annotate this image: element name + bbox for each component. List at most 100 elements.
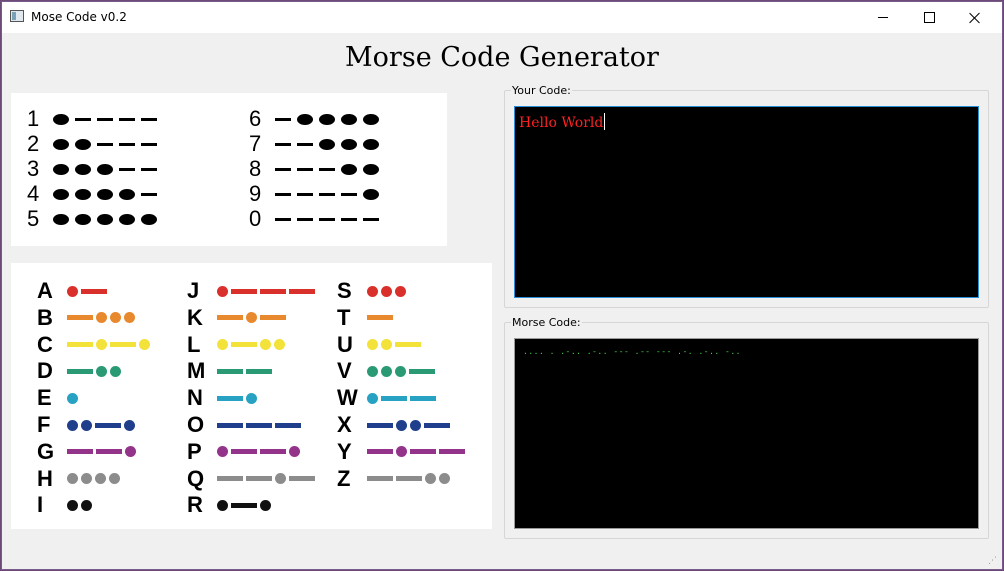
letter-label: H bbox=[37, 465, 53, 491]
digit-label: 3 bbox=[27, 156, 40, 181]
dash-mark bbox=[367, 315, 393, 321]
dot-mark bbox=[97, 213, 113, 225]
dot-mark bbox=[97, 163, 113, 175]
dash-mark bbox=[341, 192, 357, 196]
digit-label: 4 bbox=[27, 181, 40, 206]
dash-mark bbox=[275, 142, 291, 146]
dot-mark bbox=[367, 365, 378, 377]
your-code-text: Hello World bbox=[519, 115, 604, 131]
dot-mark bbox=[396, 446, 407, 458]
digit-row: 6 bbox=[249, 108, 385, 130]
digit-label: 9 bbox=[249, 181, 262, 206]
dash-mark bbox=[119, 142, 135, 146]
letter-label: J bbox=[187, 278, 200, 303]
letter-label: N bbox=[187, 385, 203, 411]
close-button[interactable] bbox=[952, 2, 998, 33]
dash-mark bbox=[96, 449, 122, 455]
dot-mark bbox=[67, 285, 78, 297]
dash-mark bbox=[110, 342, 136, 348]
digit-label: 6 bbox=[249, 106, 262, 131]
your-code-input[interactable]: Hello World bbox=[514, 106, 979, 298]
letter-label: O bbox=[187, 412, 205, 437]
letter-row: O bbox=[187, 412, 304, 437]
dash-mark bbox=[275, 217, 291, 221]
dot-mark bbox=[119, 213, 135, 225]
digit-row: 5 bbox=[27, 208, 163, 230]
dash-mark bbox=[246, 476, 272, 482]
dash-mark bbox=[231, 342, 257, 348]
letter-label: E bbox=[37, 385, 52, 411]
letter-row: F bbox=[37, 412, 138, 437]
dot-mark bbox=[410, 419, 421, 431]
letter-row: Q bbox=[187, 467, 318, 489]
letter-label: F bbox=[37, 412, 51, 437]
dash-mark bbox=[231, 502, 257, 508]
letter-label: M bbox=[187, 358, 206, 384]
dot-mark bbox=[381, 365, 392, 377]
letters-morse-chart: ABCDEFGHI JKLMNOPQR STUVWXYZ bbox=[11, 263, 492, 529]
letter-row: A bbox=[37, 280, 110, 302]
letter-label: P bbox=[187, 438, 202, 464]
letter-label: T bbox=[337, 304, 351, 330]
letter-row: M bbox=[187, 358, 275, 384]
dot-mark bbox=[341, 163, 357, 175]
letter-label: U bbox=[337, 331, 353, 357]
letter-row: Z bbox=[337, 467, 453, 489]
digit-label: 1 bbox=[27, 106, 40, 131]
dash-mark bbox=[231, 288, 257, 294]
letter-row: T bbox=[337, 304, 396, 330]
dash-mark bbox=[217, 368, 243, 374]
dash-mark bbox=[119, 167, 135, 171]
letter-row: R bbox=[187, 492, 274, 518]
dot-mark bbox=[260, 499, 271, 511]
dash-mark bbox=[275, 117, 291, 121]
dot-mark bbox=[246, 312, 257, 324]
dash-mark bbox=[141, 117, 157, 121]
dot-mark bbox=[363, 138, 379, 150]
letter-row: B bbox=[37, 306, 138, 328]
dash-mark bbox=[141, 167, 157, 171]
title-bar[interactable]: Mose Code v0.2 bbox=[2, 2, 1002, 33]
morse-code-output[interactable]: .... . .-.. .-.. --- .-- --- .-. .-.. -.… bbox=[514, 338, 979, 529]
letter-row: J bbox=[187, 278, 318, 303]
text-caret bbox=[604, 113, 606, 130]
morse-code-text: .... . .-.. .-.. --- .-- --- .-. .-.. -.… bbox=[523, 347, 741, 356]
letter-row: S bbox=[337, 280, 409, 302]
dash-mark bbox=[363, 217, 379, 221]
dash-mark bbox=[410, 395, 436, 401]
dash-mark bbox=[119, 117, 135, 121]
letter-label: R bbox=[187, 492, 203, 518]
letter-row: Y bbox=[337, 440, 468, 462]
window-title: Mose Code v0.2 bbox=[31, 10, 127, 24]
dash-mark bbox=[67, 368, 93, 374]
dash-mark bbox=[275, 422, 301, 428]
dot-mark bbox=[75, 138, 91, 150]
dot-mark bbox=[275, 473, 286, 485]
dot-mark bbox=[53, 138, 69, 150]
resize-grip-icon[interactable]: ⋰ bbox=[988, 556, 998, 566]
dot-mark bbox=[75, 213, 91, 225]
letter-row: G bbox=[37, 440, 139, 462]
digit-label: 5 bbox=[27, 206, 40, 231]
digit-label: 7 bbox=[249, 131, 262, 156]
maximize-button[interactable] bbox=[906, 2, 952, 33]
dash-mark bbox=[246, 422, 272, 428]
dash-mark bbox=[409, 368, 435, 374]
dash-mark bbox=[231, 449, 257, 455]
dash-mark bbox=[297, 192, 313, 196]
dot-mark bbox=[395, 365, 406, 377]
digit-row: 4 bbox=[27, 183, 163, 205]
dot-mark bbox=[381, 339, 392, 351]
your-code-label: Your Code: bbox=[512, 84, 571, 97]
close-icon bbox=[969, 12, 981, 24]
dot-mark bbox=[119, 188, 135, 200]
letter-row: V bbox=[337, 360, 438, 382]
minimize-button[interactable] bbox=[860, 2, 906, 33]
letter-label: L bbox=[187, 331, 201, 357]
dot-mark bbox=[124, 419, 135, 431]
letter-row: W bbox=[337, 387, 439, 409]
dot-mark bbox=[367, 285, 378, 297]
minimize-icon bbox=[878, 17, 888, 18]
dash-mark bbox=[141, 192, 157, 196]
letter-row: P bbox=[187, 438, 303, 464]
